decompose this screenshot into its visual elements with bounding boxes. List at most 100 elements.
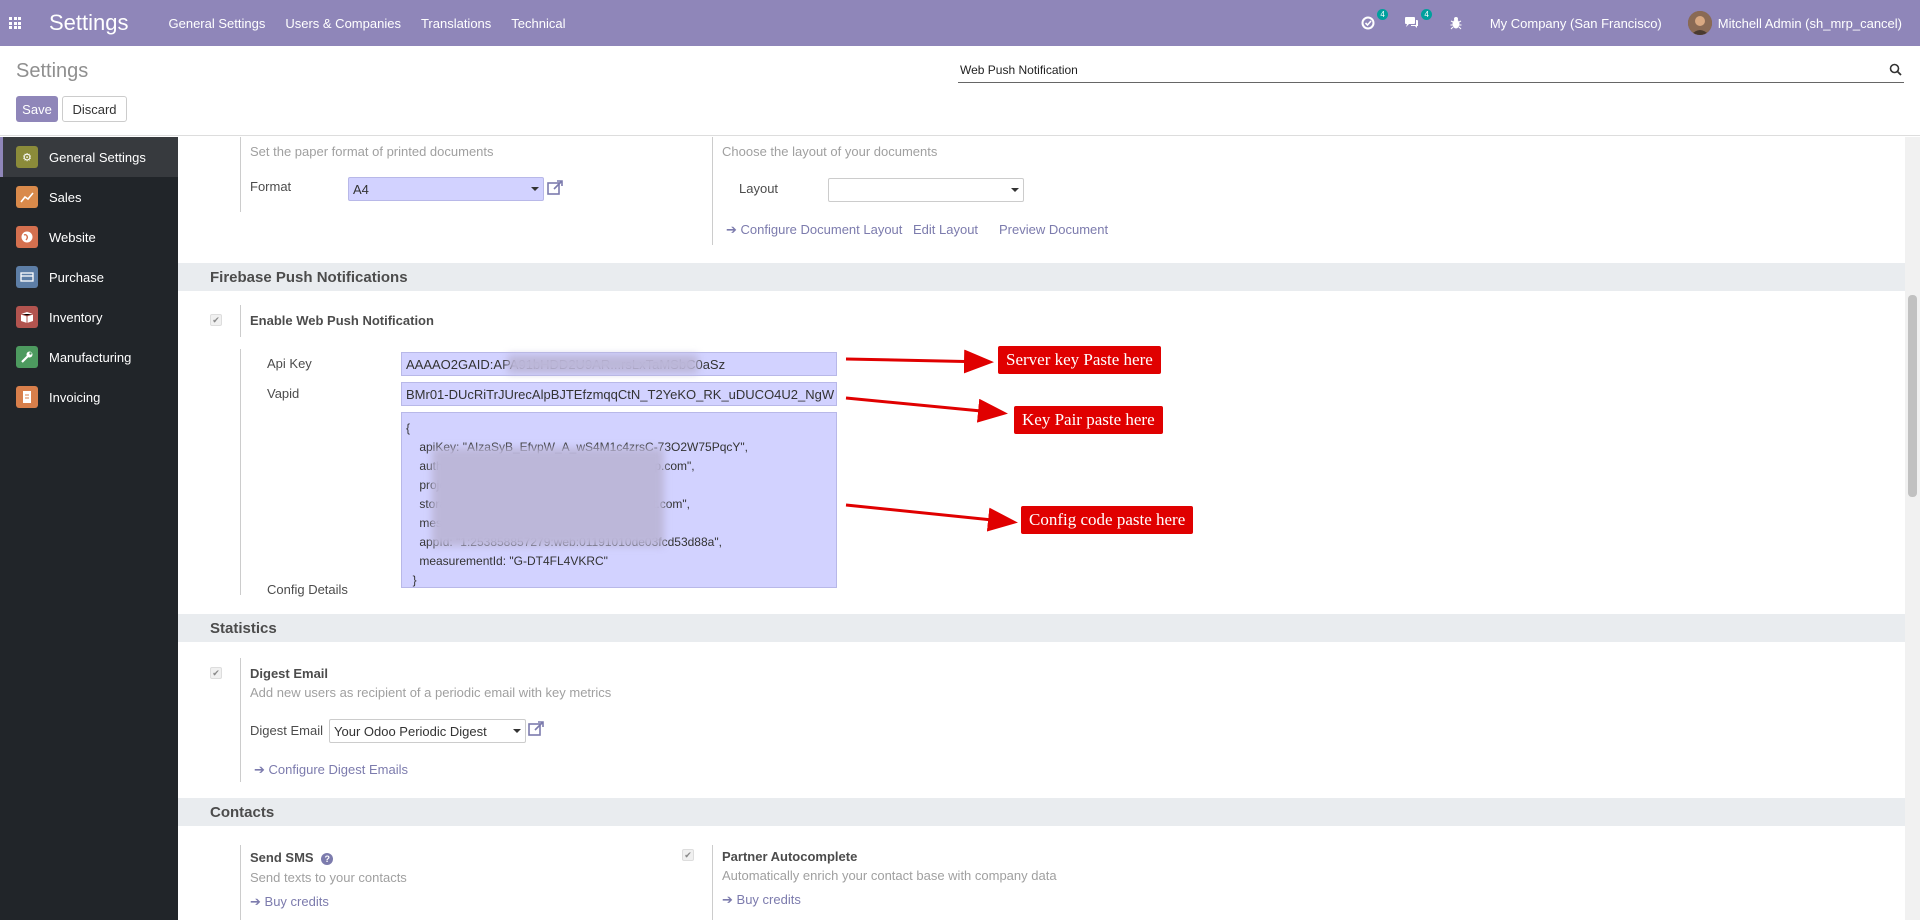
layout-label: Layout: [739, 181, 779, 196]
chevron-down-icon: [1011, 188, 1019, 192]
sidebar-item-invoicing[interactable]: Invoicing: [0, 377, 178, 417]
config-line: measurementId: "G-DT4FL4VKRC": [406, 554, 608, 568]
external-link-icon[interactable]: [527, 720, 545, 741]
vapid-input[interactable]: BMr01-DUcRiTrJUrecAlpBJTEfzmqqCtN_T2YeKO…: [401, 382, 837, 406]
external-link-icon[interactable]: [546, 179, 564, 200]
chevron-down-icon: [513, 729, 521, 733]
sidebar-item-label: Sales: [49, 189, 82, 205]
layout-desc: Choose the layout of your documents: [722, 144, 938, 159]
key-pair-callout: Key Pair paste here: [1014, 406, 1163, 434]
config-details-label: Config Details: [267, 582, 348, 597]
enable-web-push-checkbox[interactable]: ✔: [210, 314, 222, 326]
divider: [712, 845, 713, 920]
invoice-icon: [16, 386, 38, 408]
search-icon[interactable]: [1889, 63, 1902, 79]
divider: [240, 137, 241, 212]
company-switcher[interactable]: My Company (San Francisco): [1490, 16, 1662, 31]
sidebar-item-website[interactable]: Website: [0, 217, 178, 257]
sales-chart-icon: [16, 186, 38, 208]
activity-icon[interactable]: 4: [1358, 9, 1388, 33]
control-panel: Settings Save Discard: [0, 46, 1920, 136]
divider: [240, 658, 241, 782]
partner-autocomplete-desc: Automatically enrich your contact base w…: [722, 868, 1057, 883]
vapid-value: BMr01-DUcRiTrJUrecAlpBJTEfzmqqCtN_T2YeKO…: [406, 386, 835, 402]
messages-icon[interactable]: 4: [1402, 9, 1432, 33]
top-navbar: Settings General Settings Users & Compan…: [0, 0, 1920, 46]
preview-document-link[interactable]: Preview Document: [999, 222, 1108, 237]
send-sms-desc: Send texts to your contacts: [250, 870, 407, 885]
config-code-callout: Config code paste here: [1021, 506, 1194, 534]
sidebar-item-label: Website: [49, 229, 96, 245]
divider: [240, 349, 241, 595]
format-value: A4: [353, 181, 369, 197]
configure-digest-emails-label: Configure Digest Emails: [268, 762, 408, 777]
sidebar-item-manufacturing[interactable]: Manufacturing: [0, 337, 178, 377]
sms-buy-credits-label: Buy credits: [264, 894, 329, 909]
divider: [240, 845, 241, 920]
settings-sidebar: ⚙ General Settings Sales Website Purchas…: [0, 137, 178, 920]
page-scrollbar[interactable]: [1905, 137, 1920, 920]
box-icon: [16, 306, 38, 328]
user-menu[interactable]: Mitchell Admin (sh_mrp_cancel): [1718, 16, 1902, 31]
menu-general-settings[interactable]: General Settings: [169, 16, 266, 31]
sidebar-item-general-settings[interactable]: ⚙ General Settings: [0, 137, 178, 177]
arrow-right-icon: ➔: [726, 222, 737, 237]
configure-document-layout-label: Configure Document Layout: [740, 222, 903, 237]
sidebar-item-sales[interactable]: Sales: [0, 177, 178, 217]
configure-digest-emails-link[interactable]: ➔ Configure Digest Emails: [254, 762, 408, 778]
sidebar-item-label: Inventory: [49, 309, 103, 325]
paper-format-desc: Set the paper format of printed document…: [250, 144, 494, 159]
menu-users-companies[interactable]: Users & Companies: [285, 16, 401, 31]
partner-autocomplete-checkbox[interactable]: ✔: [682, 849, 694, 861]
redaction-blur: [508, 355, 698, 373]
api-key-label: Api Key: [267, 356, 312, 371]
partner-buy-credits-label: Buy credits: [736, 892, 801, 907]
server-key-callout: Server key Paste here: [998, 346, 1161, 374]
digest-email-select[interactable]: Your Odoo Periodic Digest: [329, 719, 526, 743]
edit-layout-link[interactable]: Edit Layout: [913, 222, 978, 237]
format-label: Format: [250, 179, 292, 194]
configure-document-layout-link[interactable]: ➔ Configure Document Layout: [726, 222, 902, 238]
sidebar-item-purchase[interactable]: Purchase: [0, 257, 178, 297]
sidebar-item-label: Invoicing: [49, 389, 101, 405]
help-icon[interactable]: ?: [321, 853, 334, 865]
vapid-label: Vapid: [267, 386, 300, 401]
scrollbar-thumb[interactable]: [1908, 295, 1917, 497]
partner-buy-credits-link[interactable]: ➔ Buy credits: [722, 892, 801, 908]
arrow-right-icon: ➔: [250, 894, 261, 909]
partner-autocomplete-title: Partner Autocomplete: [722, 849, 858, 864]
menu-translations[interactable]: Translations: [421, 16, 491, 31]
sidebar-item-inventory[interactable]: Inventory: [0, 297, 178, 337]
discard-button[interactable]: Discard: [62, 96, 127, 122]
settings-content: Set the paper format of printed document…: [178, 137, 1905, 920]
enable-web-push-label: Enable Web Push Notification: [250, 313, 434, 328]
sms-buy-credits-link[interactable]: ➔ Buy credits: [250, 894, 329, 910]
gear-icon: ⚙: [16, 146, 38, 168]
firebase-section-title: Firebase Push Notifications: [178, 263, 1905, 291]
arrow-right-icon: ➔: [722, 892, 733, 907]
user-avatar[interactable]: [1687, 11, 1712, 35]
main-menu: General Settings Users & Companies Trans…: [169, 16, 566, 31]
app-brand[interactable]: Settings: [49, 10, 129, 36]
wrench-icon: [16, 346, 38, 368]
digest-email-checkbox[interactable]: ✔: [210, 667, 222, 679]
debug-bug-icon[interactable]: [1446, 13, 1466, 33]
send-sms-label: Send SMS: [250, 850, 314, 865]
sidebar-item-label: General Settings: [49, 149, 146, 165]
sidebar-item-label: Manufacturing: [49, 349, 132, 365]
save-button[interactable]: Save: [16, 96, 58, 122]
format-select[interactable]: A4: [348, 177, 544, 201]
chevron-down-icon: [531, 187, 539, 191]
messages-badge: 4: [1421, 9, 1432, 20]
send-sms-title: Send SMS ?: [250, 850, 334, 865]
layout-select[interactable]: [828, 178, 1024, 202]
contacts-section-title: Contacts: [178, 798, 1905, 826]
digest-email-desc: Add new users as recipient of a periodic…: [250, 685, 612, 700]
divider: [712, 137, 713, 245]
apps-menu-icon[interactable]: [0, 0, 30, 46]
menu-technical[interactable]: Technical: [511, 16, 565, 31]
sidebar-item-label: Purchase: [49, 269, 104, 285]
statistics-section-title: Statistics: [178, 614, 1905, 642]
config-line: }: [406, 573, 417, 587]
search-input[interactable]: [958, 59, 1858, 81]
